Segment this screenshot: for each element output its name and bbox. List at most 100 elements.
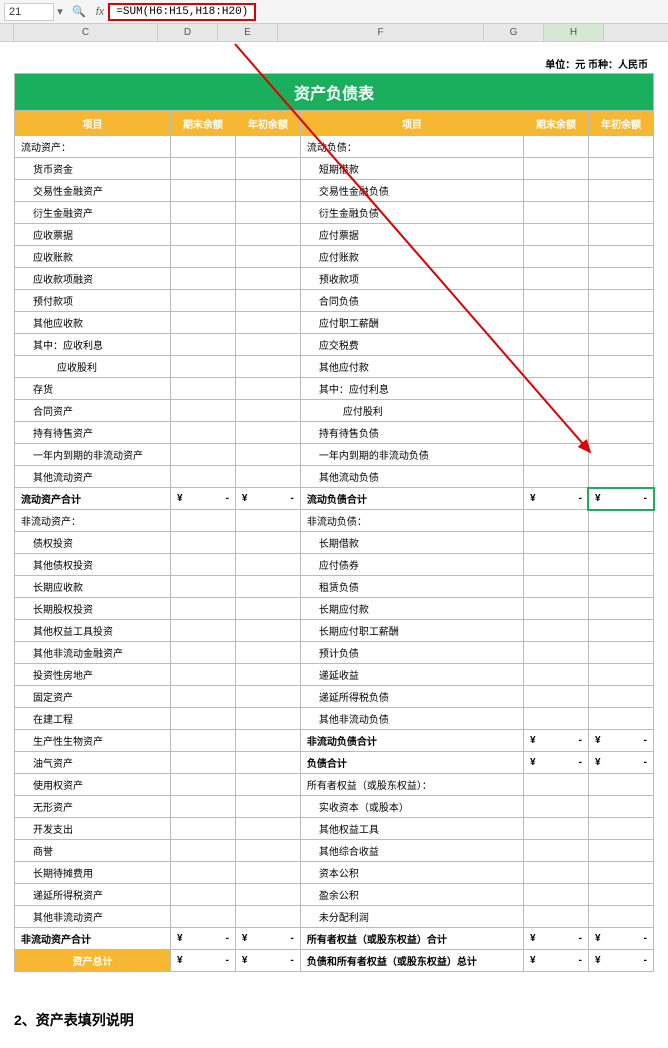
cell-end-left[interactable]	[170, 840, 235, 862]
cell-item-left[interactable]: 固定资产	[15, 686, 171, 708]
cell-end-right[interactable]: ¥-	[523, 752, 588, 774]
cell-end-right[interactable]	[523, 664, 588, 686]
cell-beg-left[interactable]	[235, 180, 300, 202]
cell-item-right[interactable]: 应付股利	[300, 400, 523, 422]
cell-beg-left[interactable]	[235, 532, 300, 554]
cell-beg-left[interactable]: ¥-	[235, 928, 300, 950]
cell-beg-left[interactable]: ¥-	[235, 950, 300, 972]
cell-beg-right[interactable]	[588, 202, 653, 224]
cell-end-right[interactable]	[523, 510, 588, 532]
cell-beg-right[interactable]	[588, 158, 653, 180]
cell-end-right[interactable]	[523, 202, 588, 224]
cell-end-left[interactable]	[170, 642, 235, 664]
cell-end-right[interactable]	[523, 136, 588, 158]
cell-end-right[interactable]	[523, 708, 588, 730]
cell-beg-left[interactable]	[235, 422, 300, 444]
cell-beg-left[interactable]	[235, 884, 300, 906]
cell-beg-left[interactable]	[235, 356, 300, 378]
cell-end-left[interactable]: ¥-	[170, 928, 235, 950]
cell-item-left[interactable]: 应收款项融资	[15, 268, 171, 290]
cell-end-right[interactable]	[523, 224, 588, 246]
cell-item-right[interactable]: 其他流动负债	[300, 466, 523, 488]
cell-end-left[interactable]	[170, 158, 235, 180]
cell-beg-right[interactable]	[588, 598, 653, 620]
cell-item-left[interactable]: 其他债权投资	[15, 554, 171, 576]
cell-beg-left[interactable]	[235, 708, 300, 730]
cell-beg-left[interactable]	[235, 136, 300, 158]
cell-end-right[interactable]: ¥-	[523, 928, 588, 950]
cell-end-left[interactable]	[170, 554, 235, 576]
cell-item-left[interactable]: 递延所得税资产	[15, 884, 171, 906]
cell-item-left[interactable]: 预付款项	[15, 290, 171, 312]
cell-beg-right[interactable]	[588, 774, 653, 796]
cell-beg-right[interactable]	[588, 136, 653, 158]
cell-item-right[interactable]: 租赁负债	[300, 576, 523, 598]
cell-item-right[interactable]: 合同负债	[300, 290, 523, 312]
cell-end-right[interactable]	[523, 180, 588, 202]
cell-beg-right[interactable]	[588, 620, 653, 642]
cell-beg-left[interactable]	[235, 224, 300, 246]
cell-beg-right[interactable]	[588, 840, 653, 862]
cell-beg-right[interactable]	[588, 378, 653, 400]
cell-end-left[interactable]	[170, 466, 235, 488]
cell-beg-right[interactable]	[588, 422, 653, 444]
cell-end-left[interactable]	[170, 796, 235, 818]
cell-item-right[interactable]: 应付票据	[300, 224, 523, 246]
cell-beg-right[interactable]	[588, 554, 653, 576]
cell-item-left[interactable]: 债权投资	[15, 532, 171, 554]
cell-item-right[interactable]: 所有者权益（或股东权益）合计	[300, 928, 523, 950]
cell-item-right[interactable]: 一年内到期的非流动负债	[300, 444, 523, 466]
cell-item-left[interactable]: 其中：应收利息	[15, 334, 171, 356]
cell-item-left[interactable]: 无形资产	[15, 796, 171, 818]
cell-beg-right[interactable]: ¥-	[588, 730, 653, 752]
cell-end-left[interactable]	[170, 862, 235, 884]
cell-beg-right[interactable]	[588, 576, 653, 598]
cell-item-right[interactable]: 非流动负债合计	[300, 730, 523, 752]
cell-end-left[interactable]	[170, 664, 235, 686]
cell-beg-left[interactable]	[235, 554, 300, 576]
cell-beg-right[interactable]	[588, 708, 653, 730]
cell-item-left[interactable]: 货币资金	[15, 158, 171, 180]
cell-end-left[interactable]	[170, 268, 235, 290]
cell-item-left[interactable]: 衍生金融资产	[15, 202, 171, 224]
cell-beg-right[interactable]	[588, 510, 653, 532]
cell-item-right[interactable]: 其他权益工具	[300, 818, 523, 840]
cell-end-right[interactable]: ¥-	[523, 950, 588, 972]
cell-item-left[interactable]: 其他非流动金融资产	[15, 642, 171, 664]
cell-beg-left[interactable]	[235, 246, 300, 268]
cell-item-left[interactable]: 交易性金融资产	[15, 180, 171, 202]
cell-beg-right[interactable]	[588, 686, 653, 708]
cell-end-left[interactable]	[170, 224, 235, 246]
cell-beg-left[interactable]	[235, 334, 300, 356]
cell-end-right[interactable]	[523, 620, 588, 642]
cell-beg-right[interactable]: ¥-	[588, 488, 653, 510]
cell-end-right[interactable]	[523, 840, 588, 862]
cell-item-left[interactable]: 应收票据	[15, 224, 171, 246]
cell-item-left[interactable]: 其他权益工具投资	[15, 620, 171, 642]
cell-item-left[interactable]: 合同资产	[15, 400, 171, 422]
cell-ref-dropdown-icon[interactable]: ▾	[54, 5, 66, 18]
cell-end-right[interactable]	[523, 268, 588, 290]
cell-end-right[interactable]	[523, 158, 588, 180]
cell-end-right[interactable]	[523, 906, 588, 928]
cell-beg-right[interactable]	[588, 796, 653, 818]
cell-beg-left[interactable]	[235, 400, 300, 422]
cell-item-right[interactable]: 盈余公积	[300, 884, 523, 906]
cell-beg-left[interactable]	[235, 818, 300, 840]
cell-beg-left[interactable]	[235, 290, 300, 312]
cell-item-left[interactable]: 一年内到期的非流动资产	[15, 444, 171, 466]
row-header-corner[interactable]	[0, 24, 14, 41]
cell-end-right[interactable]	[523, 576, 588, 598]
cell-item-right[interactable]: 递延所得税负债	[300, 686, 523, 708]
cell-item-left[interactable]: 长期待摊费用	[15, 862, 171, 884]
cell-item-right[interactable]: 流动负债合计	[300, 488, 523, 510]
cell-beg-right[interactable]	[588, 334, 653, 356]
cell-end-right[interactable]: ¥-	[523, 730, 588, 752]
cell-item-left[interactable]: 流动资产：	[15, 136, 171, 158]
cell-beg-left[interactable]	[235, 598, 300, 620]
cell-item-right[interactable]: 长期借款	[300, 532, 523, 554]
cell-beg-left[interactable]	[235, 510, 300, 532]
cell-item-left[interactable]: 应收股利	[15, 356, 171, 378]
cell-beg-left[interactable]	[235, 752, 300, 774]
cell-end-right[interactable]	[523, 246, 588, 268]
